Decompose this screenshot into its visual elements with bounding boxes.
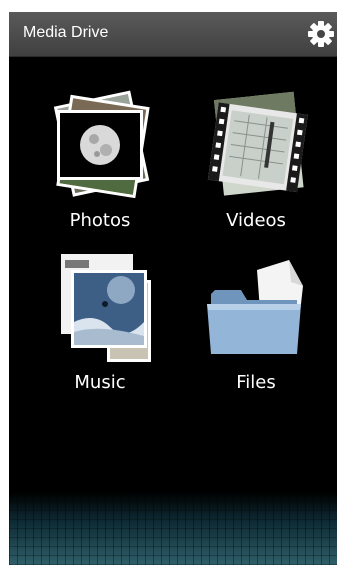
tile-label-music: Music [74,372,126,393]
app-screen: Media Drive Photos Videos Music Files [9,12,337,565]
music-tile[interactable]: Music [25,252,175,402]
photos-stack-icon [53,90,150,199]
tile-label-photos: Photos [69,210,131,231]
gear-icon [308,21,334,47]
tile-label-videos: Videos [226,210,286,231]
tile-label-files: Files [236,372,276,393]
settings-button[interactable] [307,20,335,48]
music-stack-icon [61,254,151,362]
title-bar: Media Drive [9,12,337,57]
videos-tile[interactable]: Videos [181,90,331,240]
photos-tile[interactable]: Photos [25,90,175,240]
folder-icon [207,260,303,354]
decorative-ground [9,492,337,565]
videos-stack-icon [207,91,308,196]
app-title: Media Drive [23,24,109,41]
files-tile[interactable]: Files [181,252,331,402]
